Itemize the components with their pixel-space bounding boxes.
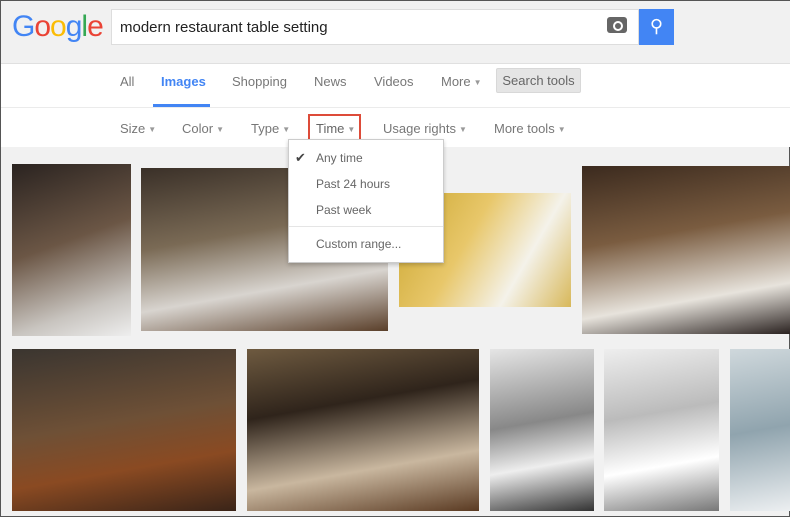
header: Google modern restaurant table setting ⚲	[1, 1, 790, 64]
tab-videos[interactable]: Videos	[374, 74, 414, 89]
camera-icon[interactable]	[607, 17, 627, 33]
tool-type[interactable]: Type ▼	[251, 121, 290, 136]
image-result[interactable]	[12, 349, 236, 511]
tool-label: More tools	[494, 121, 555, 136]
magnifier-icon: ⚲	[649, 16, 664, 36]
image-result[interactable]	[582, 166, 790, 334]
tool-label: Color	[182, 121, 214, 136]
tab-more[interactable]: More ▼	[441, 74, 482, 89]
active-tab-indicator	[153, 104, 210, 107]
checkmark-icon: ✔	[295, 150, 306, 165]
tool-more-tools[interactable]: More tools ▼	[494, 121, 566, 136]
menu-item-past-24-hours[interactable]: Past 24 hours	[316, 177, 390, 191]
time-dropdown-menu: ✔ Any time Past 24 hours Past week Custo…	[288, 139, 444, 263]
search-tools-button[interactable]: Search tools	[496, 68, 581, 93]
caret-down-icon: ▼	[473, 78, 482, 88]
search-input[interactable]: modern restaurant table setting	[111, 9, 639, 45]
google-logo[interactable]: Google	[12, 10, 104, 44]
tab-more-label: More	[441, 74, 471, 89]
tool-color[interactable]: Color ▼	[182, 121, 224, 136]
image-result[interactable]	[12, 164, 131, 336]
image-result[interactable]	[604, 349, 719, 511]
tool-usage-rights[interactable]: Usage rights ▼	[383, 121, 467, 136]
tool-label: Size	[120, 121, 146, 136]
caret-down-icon: ▼	[216, 125, 224, 135]
caret-down-icon: ▼	[458, 125, 467, 135]
search-button[interactable]: ⚲	[639, 9, 674, 45]
tool-label: Usage rights	[383, 121, 456, 136]
tab-shopping[interactable]: Shopping	[232, 74, 287, 89]
menu-item-any-time[interactable]: Any time	[316, 151, 363, 165]
menu-item-custom-range[interactable]: Custom range...	[316, 237, 401, 251]
caret-down-icon: ▼	[282, 125, 291, 135]
caret-down-icon: ▼	[557, 125, 566, 135]
menu-item-past-week[interactable]: Past week	[316, 203, 371, 217]
image-result[interactable]	[490, 349, 594, 511]
search-tabs: All Images Shopping News Videos More ▼ Se…	[1, 64, 790, 108]
tab-news[interactable]: News	[314, 74, 347, 89]
image-result[interactable]	[730, 349, 790, 511]
tool-size[interactable]: Size ▼	[120, 121, 156, 136]
tab-all[interactable]: All	[120, 74, 134, 89]
menu-divider	[289, 226, 443, 227]
image-result[interactable]	[247, 349, 479, 511]
tab-images[interactable]: Images	[161, 74, 206, 89]
tool-label: Type	[251, 121, 280, 136]
caret-down-icon: ▼	[148, 125, 157, 135]
